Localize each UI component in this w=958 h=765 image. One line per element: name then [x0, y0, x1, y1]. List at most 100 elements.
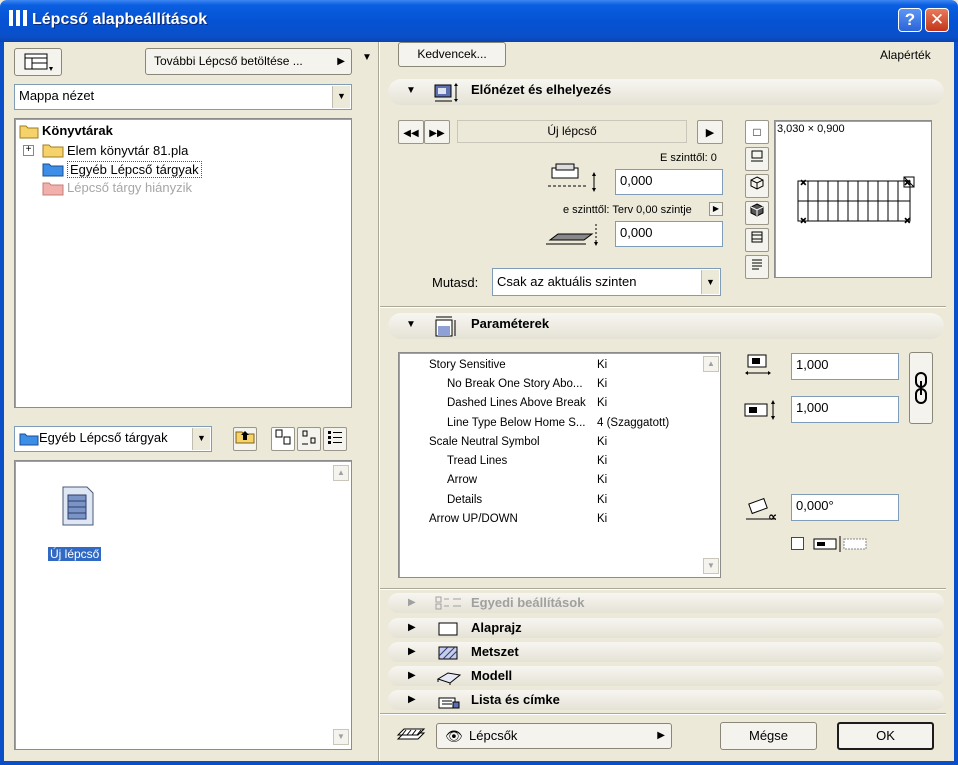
reference-level-menu-button[interactable]: ▶ [709, 202, 723, 216]
param-name: Details [447, 494, 483, 506]
param-value: Ki [597, 359, 608, 371]
angle-value: 0,000° [796, 498, 834, 513]
tree-item-element-library[interactable]: Elem könyvtár 81.pla [67, 143, 188, 158]
param-row[interactable]: Arrow [447, 474, 477, 486]
chevron-down-icon: ▼ [332, 86, 350, 108]
3d-wireframe-preview-button[interactable] [745, 174, 769, 198]
small-icons-view-button[interactable] [297, 427, 321, 451]
svg-text:∝: ∝ [768, 510, 777, 523]
ok-button[interactable]: OK [837, 722, 934, 750]
section-view-title: Metszet [471, 644, 519, 659]
triangle-right-icon: ▶ [408, 597, 416, 608]
floor-plan-section-header[interactable]: ▶ Alaprajz [388, 618, 944, 638]
length-input[interactable]: 1,000 [791, 396, 899, 423]
folder-up-button[interactable] [233, 427, 257, 451]
param-row[interactable]: Details [447, 494, 482, 506]
favorites-button[interactable]: Kedvencek... [398, 42, 506, 67]
triangle-down-icon: ▼ [406, 85, 416, 96]
svg-text:×: × [800, 216, 807, 225]
large-icons-view-button[interactable] [271, 427, 295, 451]
scroll-up-icon[interactable]: ▲ [333, 465, 349, 481]
reference-offset-value: 0,000 [620, 225, 653, 240]
parameter-list-preview-button[interactable] [745, 255, 769, 279]
layer-select-button[interactable]: 👁 Lépcsők ▶ [436, 723, 672, 749]
custom-settings-icon [435, 596, 461, 610]
blue-folder-icon [19, 433, 39, 446]
triangle-right-icon: ▶ [408, 670, 416, 681]
object-item-new-stair[interactable]: Új lépcső [48, 547, 102, 561]
param-name: Dashed Lines Above Break [447, 397, 586, 409]
plan-view-preview-button[interactable]: □ [745, 120, 769, 144]
proportion-lock-button[interactable] [909, 352, 933, 424]
param-row[interactable]: Tread Lines [447, 455, 507, 467]
view-options-button[interactable] [14, 48, 62, 76]
elevation-preview-button[interactable] [745, 228, 769, 252]
view-mode-value: Mappa nézet [19, 88, 95, 103]
param-row[interactable]: Line Type Below Home S... [447, 417, 586, 429]
chain-link-icon [915, 372, 927, 404]
base-offset-input[interactable]: 0,000 [615, 169, 723, 195]
library-tree[interactable]: Könyvtárak + Elem könyvtár 81.pla Egyéb … [14, 118, 352, 408]
param-row[interactable]: Story Sensitive [429, 359, 506, 371]
folder-select[interactable]: Egyéb Lépcső tárgyak ▼ [14, 426, 212, 452]
param-row[interactable]: Scale Neutral Symbol [429, 436, 540, 448]
triangle-right-icon: ▶ [408, 694, 416, 705]
param-name: Tread Lines [447, 455, 508, 467]
archicad-app-icon [9, 10, 27, 26]
chevron-down-icon: ▼ [192, 428, 210, 450]
reference-offset-input[interactable]: 0,000 [615, 221, 723, 247]
param-value: Ki [597, 378, 608, 390]
cancel-button[interactable]: Mégse [720, 722, 817, 750]
next-object-button[interactable]: ▶▶ [424, 120, 450, 144]
folder-icon [42, 144, 64, 158]
object-menu-button[interactable]: ▶ [697, 120, 723, 144]
list-view-button[interactable] [323, 427, 347, 451]
panel-splitter[interactable] [378, 42, 380, 761]
custom-settings-section-header[interactable]: ▶ Egyedi beállítások [388, 593, 944, 613]
3d-shaded-preview-button[interactable] [745, 201, 769, 225]
parameters-section-header[interactable]: ▼ Paraméterek [388, 313, 944, 339]
tree-expand-icon[interactable]: + [23, 145, 34, 156]
model-section-header[interactable]: ▶ Modell [388, 666, 944, 686]
param-value: Ki [597, 494, 608, 506]
angle-input[interactable]: 0,000° [791, 494, 899, 521]
param-name: Line Type Below Home S... [447, 417, 586, 429]
list-view-icon [328, 431, 342, 444]
help-button[interactable]: ? [898, 8, 922, 32]
param-row[interactable]: Dashed Lines Above Break [447, 397, 586, 409]
parameter-list[interactable]: Story Sensitive Ki No Break One Story Ab… [398, 352, 721, 578]
close-button[interactable]: ✕ [925, 8, 949, 32]
object-name: Új lépcső [547, 124, 597, 138]
view-mode-select[interactable]: Mappa nézet ▼ [14, 84, 352, 110]
panel-menu-arrow[interactable]: ▼ [362, 52, 372, 63]
param-row[interactable]: No Break One Story Abo... [447, 378, 583, 390]
folder-select-value: Egyéb Lépcső tárgyak [39, 430, 168, 445]
load-more-stairs-button[interactable]: További Lépcső betöltése ... ▶ [145, 48, 352, 75]
preview-section-header[interactable]: ▼ Előnézet és elhelyezés [388, 79, 944, 105]
width-value: 1,000 [796, 357, 829, 372]
mirror-checkbox[interactable] [791, 537, 804, 550]
scroll-up-icon[interactable]: ▲ [703, 356, 719, 372]
object-list[interactable]: Új lépcső ▲ ▼ [14, 460, 352, 750]
floor-plan-icon [438, 622, 458, 636]
arrow-right-icon: ▶ [657, 730, 665, 741]
cube-shaded-icon [750, 203, 764, 217]
scroll-down-icon[interactable]: ▼ [333, 729, 349, 745]
list-icon [752, 259, 762, 270]
tree-item-other-stairs[interactable]: Egyéb Lépcső tárgyak [67, 161, 202, 178]
listing-label-section-header[interactable]: ▶ Lista és címke [388, 690, 944, 710]
show-on-stories-value: Csak az aktuális szinten [497, 274, 637, 289]
from-story-label: E szinttől: 0 [660, 152, 717, 164]
section-view-preview-button[interactable] [745, 147, 769, 171]
previous-object-button[interactable]: ◀◀ [398, 120, 424, 144]
width-input[interactable]: 1,000 [791, 353, 899, 380]
show-on-stories-select[interactable]: Csak az aktuális szinten ▼ [492, 268, 721, 296]
title-bar[interactable]: Lépcső alapbeállítások ? ✕ [0, 0, 958, 42]
param-row[interactable]: Arrow UP/DOWN [429, 513, 518, 525]
stair-plan-symbol: ×××× [797, 176, 915, 226]
rewind-icon: ◀◀ [403, 128, 419, 139]
scroll-down-icon[interactable]: ▼ [703, 558, 719, 574]
section-view-section-header[interactable]: ▶ Metszet [388, 642, 944, 662]
tree-item-missing-stairs[interactable]: Lépcső tárgy hiányzik [67, 180, 192, 195]
mirror-icon [813, 536, 867, 552]
